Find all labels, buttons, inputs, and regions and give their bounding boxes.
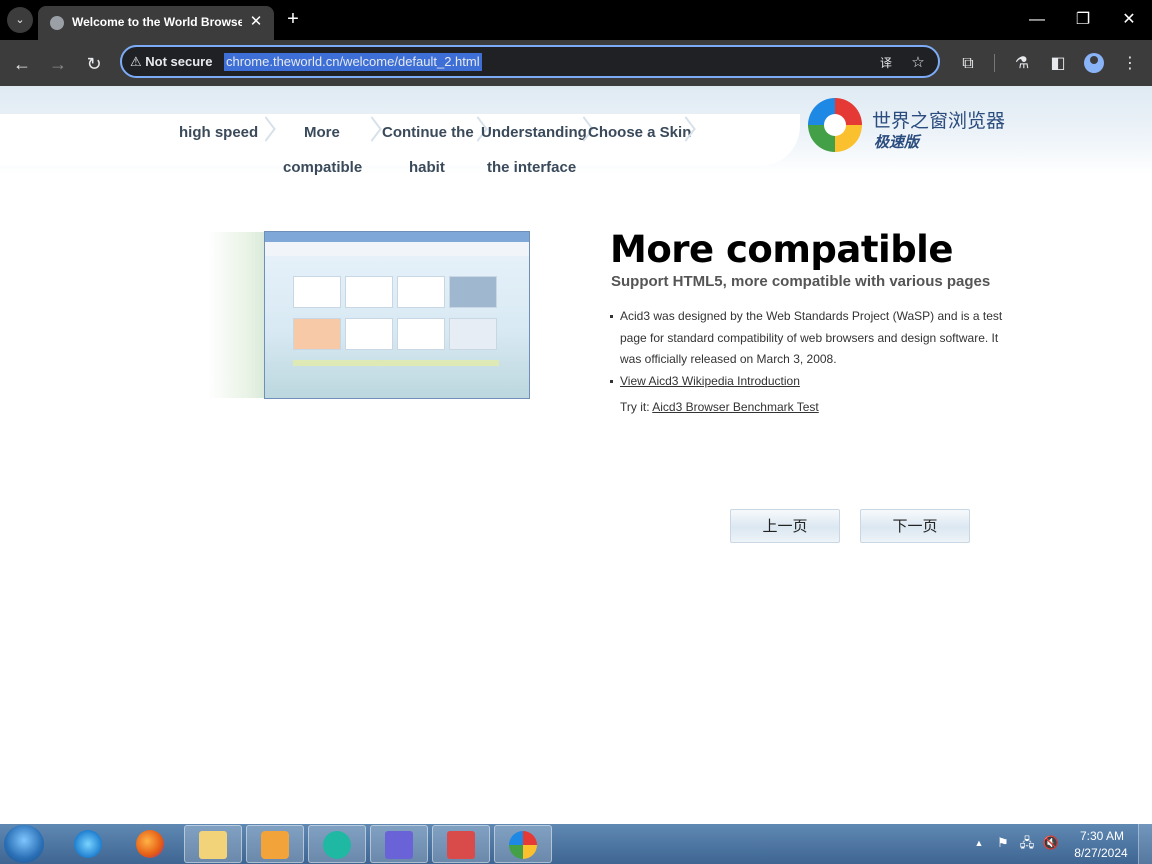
preview-thumb [449, 276, 497, 308]
tab-title: Welcome to the World Browser [72, 15, 242, 29]
extensions-icon[interactable]: ⧉ [956, 52, 980, 76]
toolbar-divider [994, 54, 995, 72]
taskbar-media-player[interactable] [246, 825, 304, 863]
logo-edition: 极速版 [874, 133, 920, 151]
tab-favicon-icon [50, 16, 64, 30]
taskbar-app-red[interactable] [432, 825, 490, 863]
preview-thumb [397, 276, 445, 308]
bird-app-icon [385, 831, 413, 859]
browser-toolbar: ← → ↻ ⚠ Not secure chrome.theworld.cn/we… [0, 40, 1152, 86]
preview-thumb [345, 318, 393, 350]
taskbar-app-teal[interactable] [308, 825, 366, 863]
network-icon[interactable]: 🖧 [1018, 834, 1036, 852]
restore-button[interactable]: ❐ [1070, 8, 1096, 32]
logo-name: 世界之窗浏览器 [872, 110, 1006, 132]
prev-page-button[interactable]: 上一页 [730, 509, 840, 543]
nav-separator [258, 117, 272, 149]
menu-kebab-icon[interactable]: ⋮ [1118, 52, 1142, 76]
preview-thumb [449, 318, 497, 350]
preview-titlebar [265, 232, 529, 256]
nav-continue-habit[interactable]: Continue the [382, 124, 474, 141]
clock-time[interactable]: 7:30 AM [1072, 829, 1132, 843]
preview-thumb [345, 276, 393, 308]
window-close-button[interactable]: ✕ [1116, 8, 1142, 32]
list-item: View Aicd3 Wikipedia Introduction [610, 371, 1010, 393]
taskbar-app-bird[interactable] [370, 825, 428, 863]
nav-understanding-interface-line2[interactable]: the interface [487, 159, 576, 176]
taskbar-ie[interactable] [60, 825, 118, 863]
firefox-icon [136, 830, 164, 858]
url-text[interactable]: chrome.theworld.cn/welcome/default_2.htm… [224, 53, 482, 71]
nav-more-compatible-line2[interactable]: compatible [283, 159, 362, 176]
volume-muted-icon[interactable]: 🔇 [1042, 834, 1060, 852]
benchmark-link[interactable]: Aicd3 Browser Benchmark Test [652, 400, 819, 414]
page-title: More compatible [610, 228, 953, 271]
title-bar: ⌄ Welcome to the World Browser ✕ + — ❐ ✕ [0, 0, 1152, 40]
tab-close-icon[interactable]: ✕ [246, 12, 266, 32]
folder-icon [199, 831, 227, 859]
action-center-flag-icon[interactable]: ⚑ [994, 834, 1012, 852]
nav-more-compatible[interactable]: More [304, 124, 340, 141]
browser-screenshot-preview [208, 230, 530, 400]
tab-search-button[interactable]: ⌄ [7, 7, 33, 33]
web-page: high speed More compatible Continue the … [0, 86, 1152, 824]
reload-button[interactable]: ↻ [82, 52, 106, 76]
taskbar-firefox[interactable] [122, 825, 180, 863]
try-it-line: Try it: Aicd3 Browser Benchmark Test [620, 400, 819, 414]
list-item: Acid3 was designed by the Web Standards … [610, 306, 1010, 371]
show-hidden-icons-icon[interactable]: ▲ [970, 834, 988, 852]
teal-app-icon [323, 831, 351, 859]
feature-list: Acid3 was designed by the Web Standards … [610, 306, 1010, 392]
page-subtitle: Support HTML5, more compatible with vari… [611, 273, 991, 290]
internet-explorer-icon [74, 830, 102, 858]
new-tab-button[interactable]: + [282, 8, 304, 30]
taskbar: ▲ ⚑ 🖧 🔇 7:30 AM 8/27/2024 [0, 824, 1152, 864]
taskbar-theworld[interactable] [494, 825, 552, 863]
tab-welcome[interactable]: Welcome to the World Browser ✕ [38, 6, 274, 40]
not-secure-chip[interactable]: ⚠ Not secure [130, 53, 212, 71]
preview-thumb [397, 318, 445, 350]
show-desktop-button[interactable] [1138, 824, 1152, 864]
start-button-icon[interactable] [4, 825, 44, 863]
media-player-icon [261, 831, 289, 859]
wikipedia-link[interactable]: View Aicd3 Wikipedia Introduction [620, 374, 800, 388]
nav-understanding-interface[interactable]: Understanding [481, 124, 587, 141]
nav-choose-skin[interactable]: Choose a Skin [588, 124, 691, 141]
theworld-logo-icon [808, 98, 862, 152]
try-it-label: Try it: [620, 400, 650, 414]
preview-fade [208, 232, 268, 398]
translate-icon[interactable]: 译 [876, 53, 896, 73]
clock-date[interactable]: 8/27/2024 [1068, 846, 1134, 860]
bookmark-star-icon[interactable]: ☆ [908, 53, 928, 73]
labs-flask-icon[interactable]: ⚗ [1010, 52, 1034, 76]
nav-continue-habit-line2[interactable]: habit [409, 159, 445, 176]
address-bar[interactable]: ⚠ Not secure chrome.theworld.cn/welcome/… [120, 45, 940, 78]
profile-avatar-icon[interactable] [1084, 53, 1104, 73]
taskbar-explorer[interactable] [184, 825, 242, 863]
nav-separator [678, 117, 692, 149]
back-button[interactable]: ← [10, 52, 34, 76]
minimize-button[interactable]: — [1024, 8, 1050, 32]
preview-image [264, 231, 530, 399]
preview-thumb [293, 318, 341, 350]
theworld-browser-icon [509, 831, 537, 859]
side-panel-icon[interactable]: ◧ [1046, 52, 1070, 76]
nav-high-speed[interactable]: high speed [179, 124, 258, 141]
red-app-icon [447, 831, 475, 859]
next-page-button[interactable]: 下一页 [860, 509, 970, 543]
nav-separator [364, 117, 378, 149]
forward-button[interactable]: → [46, 52, 70, 76]
preview-thumb [293, 276, 341, 308]
preview-strip [293, 360, 499, 366]
acid3-description: Acid3 was designed by the Web Standards … [620, 309, 1003, 366]
